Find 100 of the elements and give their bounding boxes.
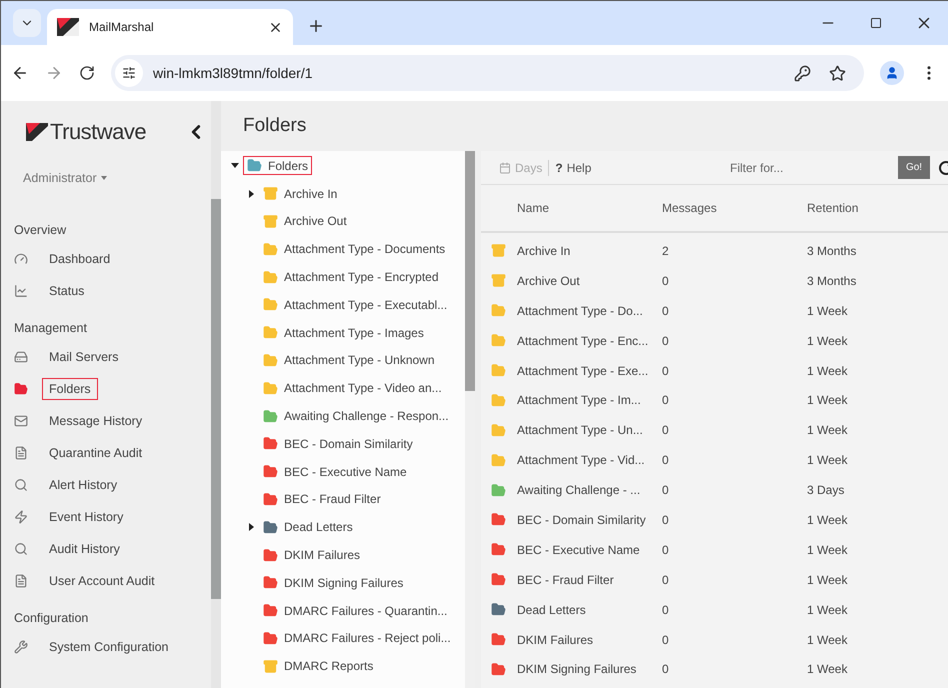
table-cell-text: BEC - Executive Name [517,542,641,557]
tree-item[interactable]: DMARC Reports [259,656,378,676]
page-title: Folders [242,114,308,138]
table-cell-text: BEC - Fraud Filter [517,572,615,587]
nav-item[interactable]: Dashboard [14,243,211,275]
logo-icon [26,123,48,141]
tree-item[interactable]: Awaiting Challenge - Respon... [259,406,453,426]
table-cell-text: Archive In [517,244,572,258]
table-cell-text: 1 Week [807,662,848,676]
tree-item[interactable]: BEC - Domain Similarity [259,434,417,454]
tree-item[interactable]: DMARC Failures - Quarantin... [259,601,452,620]
tree-item[interactable]: DMARC Failures - Reject poli... [259,628,455,648]
tree-item[interactable]: Attachment Type - Images [259,323,428,342]
go-button[interactable]: Go! [898,156,930,179]
back-icon[interactable] [11,64,29,82]
tree-item[interactable]: Attachment Type - Unknown [259,350,439,370]
table-cell-text: 1 Week [807,602,848,617]
column-header[interactable]: Messages [662,201,807,215]
table-cell-text: Attachment Type - Do... [517,304,644,318]
nav-item[interactable]: Quarantine Audit [14,437,211,469]
help-button[interactable]: ? Help [549,160,598,174]
table-cell-text: Dead Letters [517,602,587,617]
table-cell-text: Attachment Type - Un... [517,423,644,438]
section-title: Configuration [14,611,90,625]
calendar-icon [499,162,511,174]
table-cell-text: Archive Out [517,274,581,288]
table-cell-text: 0 [662,453,670,468]
tree-item[interactable]: BEC - Fraud Filter [259,490,385,509]
table-cell-text: DKIM Signing Failures [517,662,638,676]
table-cell-text: Attachment Type - Exe... [517,364,650,378]
logo-text: Trustwave [50,119,146,145]
nav-item[interactable]: Audit History [14,533,211,565]
table-cell-text: 0 [662,393,670,408]
nav-item[interactable]: Alert History [14,469,211,501]
table-cell-text: Attachment Type - Vid... [517,453,646,468]
nav-item[interactable]: Mail Servers [14,341,211,373]
tree-item[interactable]: Archive In [259,184,342,204]
tree-item[interactable]: BEC - Executive Name [259,462,411,482]
table-cell-text: BEC - Domain Similarity [517,512,647,527]
logo-icon [57,18,79,36]
tree-item[interactable]: Attachment Type - Documents [259,240,450,259]
nav-item[interactable]: User Account Audit [14,565,211,597]
tab-title: MailMarshal [89,20,155,34]
new-tab-icon[interactable] [307,17,325,35]
table-cell-text: 1 Week [807,453,848,468]
nav-icon [14,446,28,460]
table-cell-text: 0 [662,304,670,318]
nav-item[interactable]: Message History [14,405,211,437]
section-title: Management [14,321,88,335]
column-header[interactable]: Retention [807,201,948,215]
tree-item[interactable]: DKIM Failures [259,546,364,565]
key-icon[interactable] [794,64,811,82]
nav-icon [14,510,28,524]
nav-item[interactable]: Event History [14,501,211,533]
nav-icon [14,284,28,298]
browser-tab[interactable]: MailMarshal [47,9,293,45]
column-header[interactable]: Name [517,201,662,215]
nav-icon [14,350,28,364]
table-cell-text: 1 Week [807,632,848,647]
scrollbar-thumb[interactable] [465,151,475,391]
tree-item[interactable]: Folders [243,156,312,176]
table-cell-text: 0 [662,632,670,647]
user-menu[interactable]: Administrator [23,171,107,185]
tree-item[interactable]: Attachment Type - Video an... [259,378,446,398]
tree-item[interactable]: Dead Letters [259,518,357,537]
forward-icon[interactable] [45,64,63,82]
table-cell-text: 2 [662,244,670,258]
filter-field[interactable]: Filter for... [728,160,878,176]
nav-icon [14,382,28,396]
table-cell-text: 1 Week [807,423,848,438]
table-cell-text: 0 [662,423,670,438]
table-cell-text: 3 Months [807,244,858,258]
nav-item[interactable]: Folders [14,373,211,405]
table-cell-text: 0 [662,572,670,587]
table-cell-text: 0 [662,602,670,617]
bookmark-star-icon[interactable] [829,64,846,82]
nav-icon [14,574,28,588]
site-settings-icon[interactable] [115,59,143,87]
table-cell-text: DKIM Failures [517,632,594,647]
table-cell-text: 0 [662,542,670,557]
table-cell-text: 1 Week [807,572,848,587]
table-cell-text: 1 Week [807,542,848,557]
nav-icon [14,640,28,654]
nav-item[interactable]: Status [14,275,211,307]
reload-icon[interactable] [79,65,95,81]
table-cell-text: 3 Days [807,483,846,498]
tree-item[interactable]: Attachment Type - Executabl... [259,295,452,314]
table-cell-text: 1 Week [807,334,848,348]
table-cell-text: Awaiting Challenge - ... [517,483,642,498]
table-cell-text: 1 Week [807,393,848,408]
nav-item[interactable]: System Configuration [14,631,211,663]
table-cell-text: 1 Week [807,364,848,378]
table-cell-text: Attachment Type - Enc... [517,334,650,348]
tree-item[interactable]: DKIM Signing Failures [259,573,408,592]
tree-item[interactable]: Archive Out [259,212,351,231]
nav-icon [14,252,28,266]
nav-icon [14,542,28,556]
tree-item[interactable]: Attachment Type - Encrypted [259,268,443,287]
profile-icon[interactable] [880,61,904,85]
scrollbar-thumb[interactable] [211,199,221,599]
